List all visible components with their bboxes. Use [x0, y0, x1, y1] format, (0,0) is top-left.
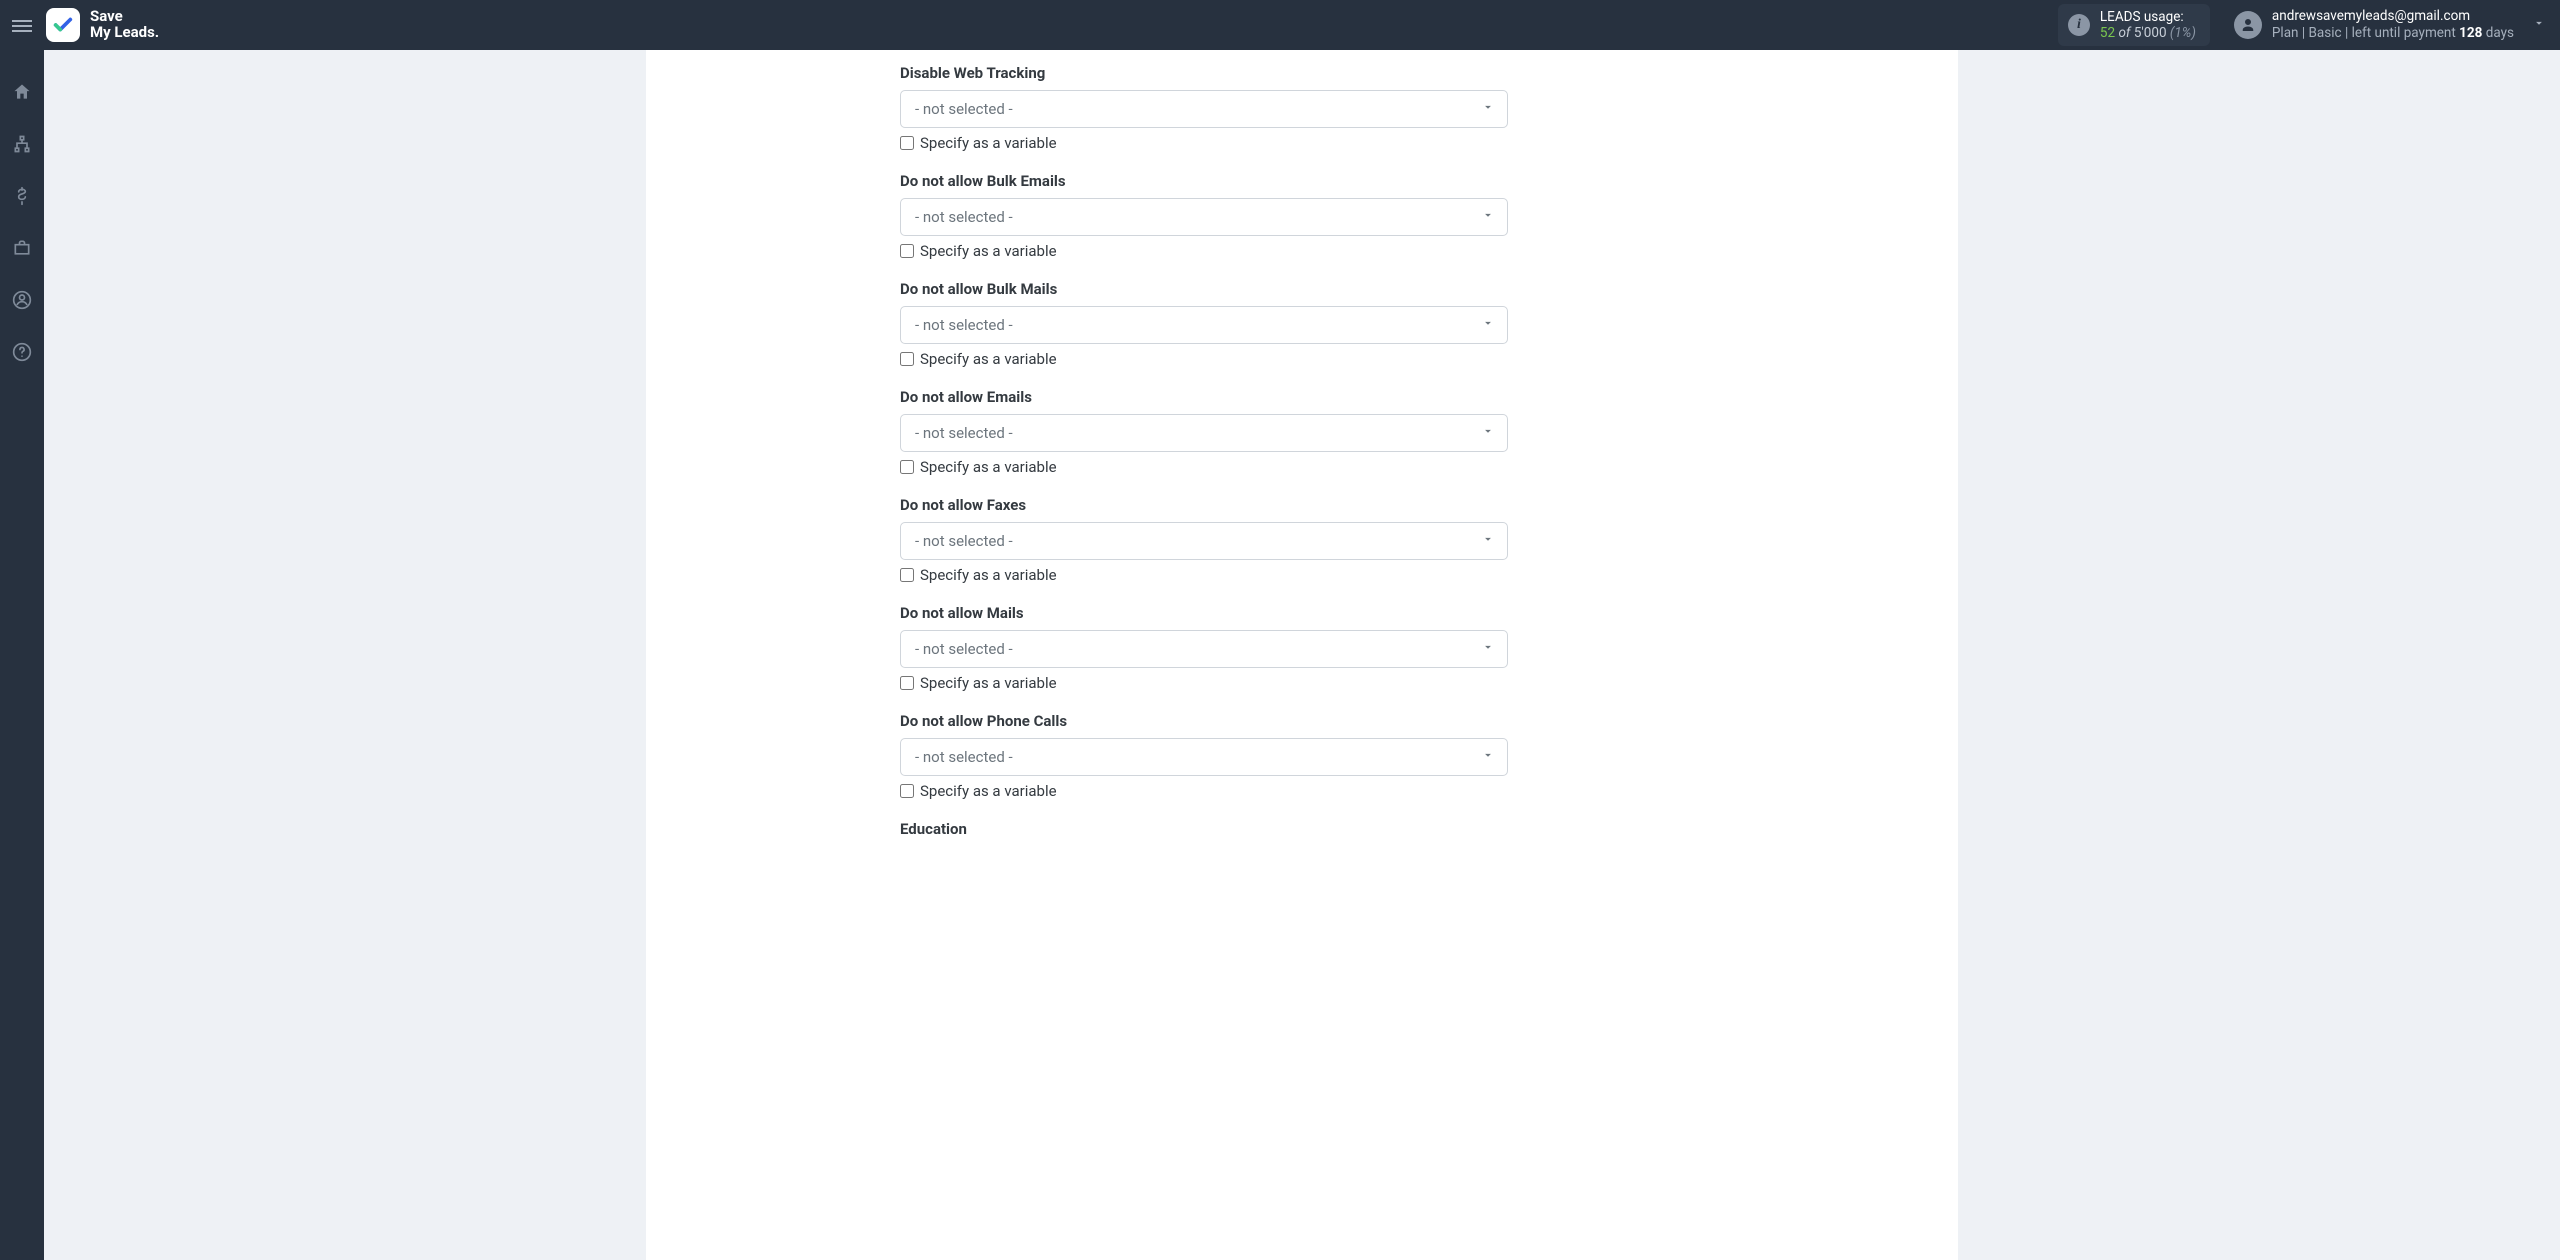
chevron-down-icon: [1481, 100, 1495, 118]
field-label: Do not allow Faxes: [900, 496, 1508, 514]
chevron-down-icon: [1481, 748, 1495, 766]
menu-toggle-button[interactable]: [0, 0, 44, 50]
sidebar: [0, 50, 44, 1260]
field-label: Do not allow Bulk Emails: [900, 172, 1508, 190]
checkbox-input[interactable]: [900, 352, 914, 366]
checkbox-input[interactable]: [900, 568, 914, 582]
sidebar-item-help[interactable]: [0, 340, 44, 368]
specify-variable-checkbox[interactable]: Specify as a variable: [900, 458, 1508, 476]
field-select[interactable]: - not selected -: [900, 630, 1508, 668]
chevron-down-icon: [1481, 532, 1495, 550]
avatar-icon: [2234, 11, 2262, 39]
hamburger-icon: [12, 17, 32, 33]
checkbox-label: Specify as a variable: [920, 566, 1057, 584]
app-header: Save My Leads. i LEADS usage: 52 of 5'00…: [0, 0, 2560, 50]
specify-variable-checkbox[interactable]: Specify as a variable: [900, 782, 1508, 800]
mapping-form: Disable Web Tracking - not selected - Sp…: [900, 64, 1508, 846]
field-no-faxes: Do not allow Faxes - not selected - Spec…: [900, 496, 1508, 584]
checkbox-input[interactable]: [900, 676, 914, 690]
field-no-bulk-emails: Do not allow Bulk Emails - not selected …: [900, 172, 1508, 260]
field-select[interactable]: - not selected -: [900, 306, 1508, 344]
sidebar-item-account[interactable]: [0, 288, 44, 316]
main-area: Disable Web Tracking - not selected - Sp…: [44, 50, 2560, 1260]
checkbox-label: Specify as a variable: [920, 134, 1057, 152]
logo-icon: [46, 8, 80, 42]
select-value: - not selected -: [915, 424, 1013, 442]
briefcase-icon: [12, 238, 32, 262]
select-value: - not selected -: [915, 640, 1013, 658]
logo[interactable]: Save My Leads.: [44, 8, 159, 42]
user-circle-icon: [12, 290, 32, 314]
logo-text: Save My Leads.: [90, 9, 159, 41]
question-icon: [12, 342, 32, 366]
specify-variable-checkbox[interactable]: Specify as a variable: [900, 242, 1508, 260]
field-disable-web-tracking: Disable Web Tracking - not selected - Sp…: [900, 64, 1508, 152]
sidebar-item-billing[interactable]: [0, 184, 44, 212]
content-card: Disable Web Tracking - not selected - Sp…: [646, 50, 1958, 1260]
field-select[interactable]: - not selected -: [900, 414, 1508, 452]
specify-variable-checkbox[interactable]: Specify as a variable: [900, 350, 1508, 368]
field-label: Disable Web Tracking: [900, 64, 1508, 82]
checkbox-label: Specify as a variable: [920, 782, 1057, 800]
select-value: - not selected -: [915, 316, 1013, 334]
field-select[interactable]: - not selected -: [900, 90, 1508, 128]
sitemap-icon: [12, 134, 32, 158]
checkbox-label: Specify as a variable: [920, 350, 1057, 368]
field-no-emails: Do not allow Emails - not selected - Spe…: [900, 388, 1508, 476]
specify-variable-checkbox[interactable]: Specify as a variable: [900, 566, 1508, 584]
dollar-icon: [12, 186, 32, 210]
field-select[interactable]: - not selected -: [900, 522, 1508, 560]
chevron-down-icon: [2532, 16, 2546, 34]
checkbox-input[interactable]: [900, 136, 914, 150]
checkbox-input[interactable]: [900, 784, 914, 798]
chevron-down-icon: [1481, 424, 1495, 442]
checkbox-label: Specify as a variable: [920, 458, 1057, 476]
checkbox-input[interactable]: [900, 244, 914, 258]
field-no-phone-calls: Do not allow Phone Calls - not selected …: [900, 712, 1508, 800]
sidebar-item-connections[interactable]: [0, 132, 44, 160]
checkbox-input[interactable]: [900, 460, 914, 474]
field-label: Do not allow Emails: [900, 388, 1508, 406]
usage-badge[interactable]: i LEADS usage: 52 of 5'000 (1%): [2058, 4, 2210, 46]
field-education-label: Education: [900, 820, 1508, 838]
field-label: Do not allow Bulk Mails: [900, 280, 1508, 298]
specify-variable-checkbox[interactable]: Specify as a variable: [900, 134, 1508, 152]
info-icon: i: [2068, 14, 2090, 36]
chevron-down-icon: [1481, 208, 1495, 226]
field-label: Do not allow Mails: [900, 604, 1508, 622]
sidebar-item-home[interactable]: [0, 80, 44, 108]
checkbox-label: Specify as a variable: [920, 242, 1057, 260]
home-icon: [12, 82, 32, 106]
select-value: - not selected -: [915, 532, 1013, 550]
field-label: Do not allow Phone Calls: [900, 712, 1508, 730]
account-text: andrewsavemyleads@gmail.com Plan | Basic…: [2272, 8, 2514, 42]
select-value: - not selected -: [915, 208, 1013, 226]
field-no-mails: Do not allow Mails - not selected - Spec…: [900, 604, 1508, 692]
select-value: - not selected -: [915, 100, 1013, 118]
specify-variable-checkbox[interactable]: Specify as a variable: [900, 674, 1508, 692]
field-select[interactable]: - not selected -: [900, 738, 1508, 776]
field-select[interactable]: - not selected -: [900, 198, 1508, 236]
usage-text: LEADS usage: 52 of 5'000 (1%): [2100, 9, 2196, 41]
sidebar-item-work[interactable]: [0, 236, 44, 264]
chevron-down-icon: [1481, 640, 1495, 658]
select-value: - not selected -: [915, 748, 1013, 766]
checkbox-label: Specify as a variable: [920, 674, 1057, 692]
account-menu[interactable]: andrewsavemyleads@gmail.com Plan | Basic…: [2220, 0, 2528, 50]
account-dropdown-toggle[interactable]: [2528, 0, 2560, 50]
field-no-bulk-mails: Do not allow Bulk Mails - not selected -…: [900, 280, 1508, 368]
chevron-down-icon: [1481, 316, 1495, 334]
